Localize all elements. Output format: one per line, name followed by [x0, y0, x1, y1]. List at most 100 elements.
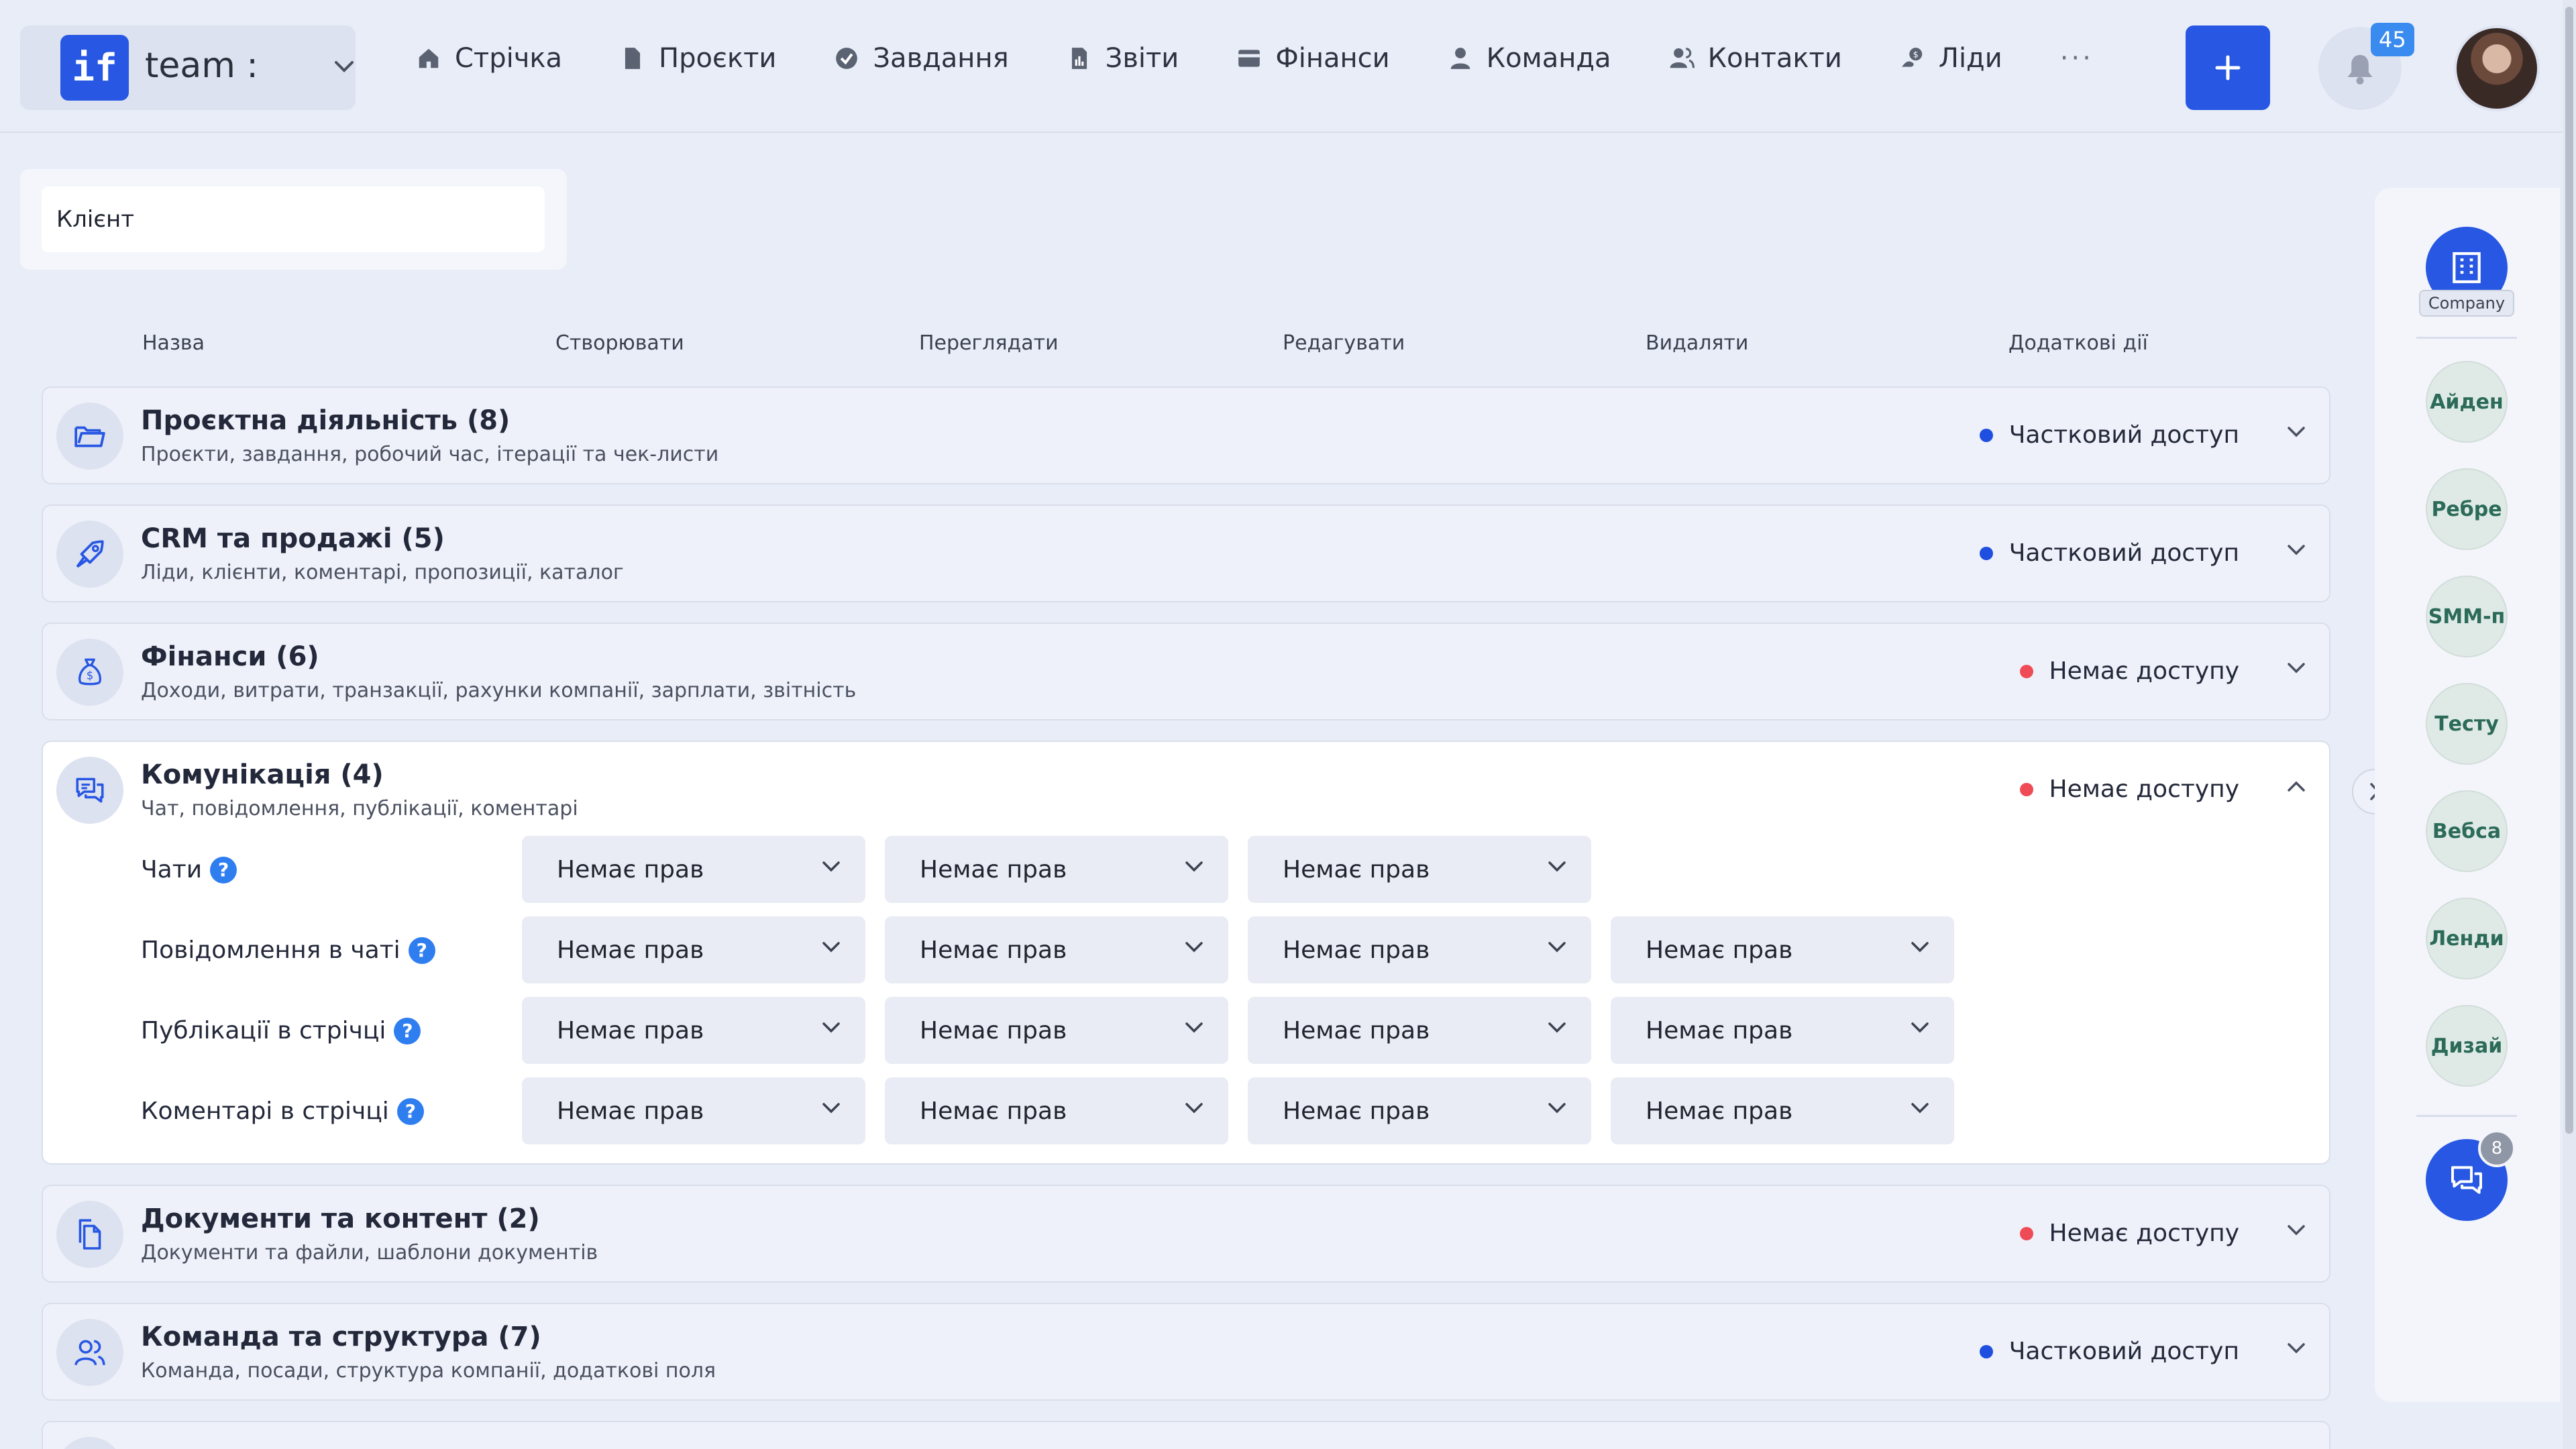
help-icon[interactable]: ?: [394, 1017, 421, 1044]
chevron-down-icon[interactable]: [2286, 425, 2306, 439]
permission-select-create[interactable]: Немає прав: [522, 916, 865, 983]
permission-select-edit[interactable]: Немає прав: [1248, 916, 1591, 983]
folder-icon: [56, 402, 123, 470]
access-status-label: Частковий доступ: [2008, 1338, 2239, 1365]
chevron-down-icon: [1910, 1102, 1930, 1115]
chat-side-panel: Company Айден Ребре SMM-п Тесту Вебса Ле…: [2375, 188, 2560, 1402]
select-value: Немає прав: [557, 1016, 704, 1044]
messages-badge: 8: [2478, 1130, 2516, 1167]
access-status-label: Частковий доступ: [2008, 539, 2239, 567]
select-value: Немає прав: [557, 936, 704, 964]
nav-item-leads[interactable]: $ Ліди: [1900, 43, 2002, 74]
nav-item-contacts[interactable]: Контакти: [1669, 43, 1842, 74]
module-subtitle: Команда, посади, структура компанії, дод…: [141, 1359, 716, 1383]
select-value: Немає прав: [557, 855, 704, 883]
permission-select-create[interactable]: Немає прав: [522, 836, 865, 903]
select-value: Немає прав: [1646, 1097, 1793, 1125]
chevron-down-icon: [1547, 860, 1567, 873]
access-status-label: Немає доступу: [2049, 657, 2239, 685]
chevron-down-icon[interactable]: [2286, 661, 2306, 675]
add-button[interactable]: [2186, 25, 2270, 110]
member-chat-6[interactable]: Ленди: [2426, 898, 2508, 979]
chevron-down-icon[interactable]: [2286, 543, 2306, 557]
team-icon: [56, 1319, 123, 1386]
module-title: CRM та продажі (5): [141, 523, 445, 554]
nav-item-tasks[interactable]: Завдання: [834, 43, 1009, 74]
permission-select-create[interactable]: Немає прав: [522, 1077, 865, 1144]
permission-select-view[interactable]: Немає прав: [885, 916, 1228, 983]
select-value: Немає прав: [1646, 1016, 1793, 1044]
module-row-partial[interactable]: [42, 1421, 2330, 1449]
permission-select-view[interactable]: Немає прав: [885, 836, 1228, 903]
permission-label-chat-messages: Повідомлення в чаті ?: [141, 936, 435, 964]
permission-select-edit[interactable]: Немає прав: [1248, 836, 1591, 903]
column-header-view: Переглядати: [919, 331, 1059, 355]
nav-item-projects[interactable]: Проєкти: [620, 43, 776, 74]
more-menu-button[interactable]: ···: [2060, 43, 2094, 74]
member-chat-4[interactable]: Тесту: [2426, 683, 2508, 765]
nav-item-label: Ліди: [1938, 43, 2002, 74]
member-chat-7[interactable]: Дизай: [2426, 1005, 2508, 1087]
status-dot: [2019, 782, 2033, 796]
nav-item-label: Фінанси: [1275, 43, 1390, 74]
permission-select-delete[interactable]: Немає прав: [1611, 1077, 1954, 1144]
select-value: Немає прав: [920, 1016, 1067, 1044]
help-icon[interactable]: ?: [408, 936, 435, 964]
chevron-up-icon[interactable]: [2286, 780, 2306, 793]
permission-select-create[interactable]: Немає прав: [522, 997, 865, 1064]
module-subtitle: Доходи, витрати, транзакції, рахунки ком…: [141, 679, 857, 702]
user-avatar[interactable]: [2454, 25, 2540, 111]
module-row-documents[interactable]: Документи та контент (2) Документи та фа…: [42, 1185, 2330, 1283]
chevron-down-icon[interactable]: [2286, 1342, 2306, 1355]
report-icon: [1067, 46, 1092, 71]
permission-select-delete[interactable]: Немає прав: [1611, 916, 1954, 983]
user-icon: [1448, 46, 1473, 71]
module-row-finance[interactable]: $ Фінанси (6) Доходи, витрати, транзакці…: [42, 623, 2330, 720]
workspace-switcher[interactable]: if team :: [20, 25, 356, 110]
nav-item-reports[interactable]: Звіти: [1067, 43, 1179, 74]
module-title: Команда та структура (7): [141, 1322, 541, 1352]
permission-label-feed-posts: Публікації в стрічці ?: [141, 1017, 421, 1044]
chevron-down-icon: [821, 941, 841, 954]
module-row-team[interactable]: Команда та структура (7) Команда, посади…: [42, 1303, 2330, 1401]
chevron-down-icon: [821, 1021, 841, 1034]
nav-item-team[interactable]: Команда: [1448, 43, 1611, 74]
select-value: Немає прав: [1283, 855, 1430, 883]
access-status-label: Немає доступу: [2049, 1220, 2239, 1247]
nav-item-feed[interactable]: Стрічка: [416, 43, 562, 74]
permission-select-edit[interactable]: Немає прав: [1248, 1077, 1591, 1144]
chevron-down-icon[interactable]: [2286, 1224, 2306, 1237]
permission-label: Коментарі в стрічці: [141, 1097, 389, 1125]
role-name-input[interactable]: [42, 186, 545, 252]
member-chat-5[interactable]: Вебса: [2426, 790, 2508, 872]
chevron-down-icon: [1184, 860, 1204, 873]
chevron-down-icon: [1184, 1102, 1204, 1115]
permission-label-chats: Чати ?: [141, 856, 237, 883]
permission-label: Повідомлення в чаті: [141, 936, 400, 964]
permission-select-edit[interactable]: Немає прав: [1248, 997, 1591, 1064]
building-icon: [2448, 249, 2485, 286]
permission-select-delete[interactable]: Немає прав: [1611, 997, 1954, 1064]
select-value: Немає прав: [1646, 936, 1793, 964]
column-header-create: Створювати: [555, 331, 684, 355]
module-row-communication[interactable]: Комунікація (4) Чат, повідомлення, публі…: [42, 741, 2330, 1165]
status-dot: [1979, 428, 1993, 442]
notifications-badge: 45: [2371, 23, 2414, 56]
member-chat-3[interactable]: SMM-п: [2426, 576, 2508, 657]
scrollbar-thumb[interactable]: [2565, 7, 2573, 1134]
status-dot: [2019, 664, 2033, 678]
member-chat-1[interactable]: Айден: [2426, 361, 2508, 443]
nav-item-label: Звіти: [1105, 43, 1179, 74]
wallet-icon: [1236, 46, 1262, 71]
permission-select-view[interactable]: Немає прав: [885, 997, 1228, 1064]
help-icon[interactable]: ?: [396, 1097, 424, 1125]
help-icon[interactable]: ?: [210, 856, 237, 883]
module-row-crm[interactable]: CRM та продажі (5) Ліди, клієнти, комент…: [42, 504, 2330, 602]
status-dot: [1979, 546, 1993, 560]
permission-select-view[interactable]: Немає прав: [885, 1077, 1228, 1144]
member-chat-2[interactable]: Ребре: [2426, 468, 2508, 550]
module-row-projects[interactable]: Проєктна діяльність (8) Проєкти, завданн…: [42, 386, 2330, 484]
select-value: Немає прав: [920, 936, 1067, 964]
nav-item-finance[interactable]: Фінанси: [1236, 43, 1390, 74]
chevron-down-icon: [1184, 941, 1204, 954]
